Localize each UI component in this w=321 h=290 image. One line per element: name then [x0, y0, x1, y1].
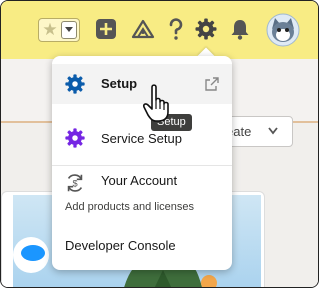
menu-item-your-account-label: Your Account	[101, 173, 178, 188]
favorites-group: ★	[38, 18, 80, 42]
menu-item-service-setup-label: Service Setup	[101, 131, 182, 146]
bell-icon[interactable]	[228, 17, 252, 41]
svg-text:$: $	[72, 179, 77, 189]
favorites-dropdown-button[interactable]	[61, 21, 77, 39]
add-icon[interactable]	[94, 17, 118, 41]
chevron-down-icon	[268, 127, 278, 135]
account-sync-icon: $	[67, 174, 83, 192]
hand-pointer-cursor	[143, 84, 169, 122]
menu-item-your-account[interactable]: $ Your Account Add products and licenses	[52, 164, 232, 216]
open-external-icon[interactable]	[204, 76, 220, 92]
menu-item-developer-console-label: Developer Console	[65, 238, 176, 253]
gear-icon[interactable]	[194, 17, 218, 41]
gear-icon	[65, 128, 85, 148]
menu-item-your-account-sublabel: Add products and licenses	[65, 201, 195, 213]
menu-item-setup-label: Setup	[101, 76, 138, 91]
star-icon[interactable]: ★	[41, 20, 59, 40]
trailhead-icon[interactable]	[131, 17, 155, 41]
help-icon[interactable]	[164, 17, 188, 41]
gear-icon	[65, 74, 85, 94]
app-window: ★ eate Setup Service Setup $ Your Accoun…	[0, 0, 319, 288]
global-header: ★	[1, 1, 318, 59]
avatar[interactable]	[266, 13, 300, 47]
menu-item-service-setup[interactable]: Service Setup	[52, 118, 232, 158]
chevron-down-icon	[65, 27, 73, 32]
menu-item-developer-console[interactable]: Developer Console	[52, 228, 232, 264]
